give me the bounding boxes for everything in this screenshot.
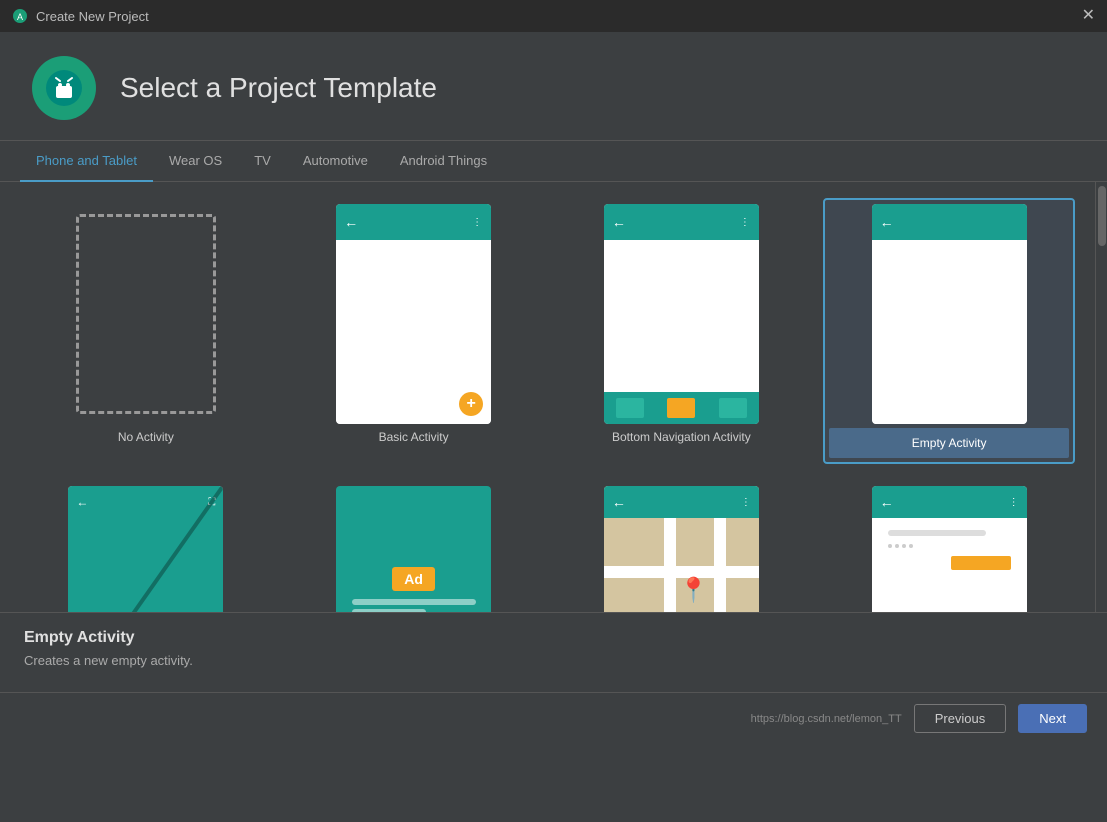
bottom-nav-bar [604,392,759,424]
description-title: Empty Activity [24,629,1083,647]
login-btn [951,556,1011,570]
tab-automotive[interactable]: Automotive [287,141,384,182]
back-icon-5: ← [612,494,626,510]
back-icon-6: ← [880,494,894,510]
svg-text:A: A [17,12,23,22]
username-field [888,530,986,536]
bottom-nav-mockup: ← ⋮ [604,204,759,424]
map-inner: 📍 ← ⋮ [604,486,759,612]
previous-button[interactable]: Previous [914,704,1007,733]
tab-bar: Phone and Tablet Wear OS TV Automotive A… [0,141,1107,182]
template-maps[interactable]: 📍 ← ⋮ Google Maps Activity [556,480,808,612]
maps-preview: 📍 ← ⋮ [604,486,759,612]
no-activity-label: No Activity [118,430,174,444]
template-ads[interactable]: Ad Ads Activity [288,480,540,612]
map-menu-icon: ⋮ [741,497,751,508]
content-area: No Activity ← ⋮ + Basic Activity [0,182,1107,612]
close-button[interactable]: ✕ [1082,8,1095,24]
template-no-activity[interactable]: No Activity [20,198,272,464]
diagonal-svg [68,486,223,612]
login-preview: ← ⋮ [872,486,1027,612]
nav-item-2 [667,398,695,418]
ad-line-1 [352,599,476,605]
tab-wear-os[interactable]: Wear OS [153,141,238,182]
basic-topbar: ← ⋮ [336,204,491,240]
back-icon: ← [344,214,358,230]
tab-tv[interactable]: TV [238,141,287,182]
fullscreen-card-inner: ← ⛶ [68,486,223,612]
empty-activity-label: Empty Activity [912,436,987,450]
template-basic-activity[interactable]: ← ⋮ + Basic Activity [288,198,540,464]
login-body [872,518,1027,612]
back-icon-3: ← [880,214,894,230]
header: Select a Project Template [0,32,1107,141]
footer-url: https://blog.csdn.net/lemon_TT [751,713,902,725]
dot-2 [895,544,899,548]
menu-dots-icon: ⋮ [472,217,483,228]
nav-item-1 [616,398,644,418]
title-bar-title: Create New Project [36,9,149,24]
dot-1 [888,544,892,548]
basic-body: + [336,240,491,424]
bottom-nav-topbar: ← ⋮ [604,204,759,240]
empty-activity-preview: ← [872,204,1027,424]
empty-mockup: ← [872,204,1027,424]
fab-icon: + [459,392,483,416]
template-grid: No Activity ← ⋮ + Basic Activity [0,182,1095,612]
description-text: Creates a new empty activity. [24,653,1083,668]
android-logo [32,56,96,120]
back-icon-2: ← [612,214,626,230]
dot-3 [902,544,906,548]
login-inner: ← ⋮ [872,486,1027,612]
scrollbar[interactable] [1095,182,1107,612]
empty-activity-selected-box: Empty Activity [829,428,1069,458]
login-menu-icon: ⋮ [1009,497,1019,508]
map-pin-icon: 📍 [679,576,709,605]
fullscreen-preview: ← ⛶ [68,486,223,612]
ad-card-inner: Ad [336,486,491,612]
dot-4 [909,544,913,548]
basic-activity-label: Basic Activity [379,430,449,444]
basic-phone-mockup: ← ⋮ + [336,204,491,424]
tab-phone-tablet[interactable]: Phone and Tablet [20,141,153,182]
template-fullscreen[interactable]: ← ⛶ Fullscreen Activity [20,480,272,612]
empty-body [872,240,1027,424]
bottom-nav-label: Bottom Navigation Activity [612,430,751,444]
nav-item-3 [719,398,747,418]
template-empty-activity[interactable]: ← Empty Activity [823,198,1075,464]
map-topbar: ← ⋮ [604,486,759,518]
scrollbar-thumb[interactable] [1098,186,1106,246]
login-topbar: ← ⋮ [872,486,1027,518]
android-logo-svg [44,68,84,108]
template-bottom-nav[interactable]: ← ⋮ Bottom Navigation Activity [556,198,808,464]
ads-preview: Ad [336,486,491,612]
ad-line-2 [352,609,426,612]
title-bar-left: A Create New Project [12,8,149,24]
next-button[interactable]: Next [1018,704,1087,733]
menu-dots-2-icon: ⋮ [740,217,751,228]
password-dots [888,544,1011,548]
tab-android-things[interactable]: Android Things [384,141,503,182]
basic-activity-preview: ← ⋮ + [336,204,491,424]
title-bar: A Create New Project ✕ [0,0,1107,32]
bottom-nav-body [604,240,759,392]
no-activity-dashed [76,214,216,414]
page-title: Select a Project Template [120,72,437,104]
ad-lines [352,599,476,612]
template-login[interactable]: ← ⋮ Login Activity [823,480,1075,612]
description-area: Empty Activity Creates a new empty activ… [0,612,1107,692]
android-icon: A [12,8,28,24]
footer: https://blog.csdn.net/lemon_TT Previous … [0,692,1107,744]
ad-badge: Ad [392,567,435,591]
bottom-nav-preview: ← ⋮ [604,204,759,424]
no-activity-preview [68,204,223,424]
empty-topbar: ← [872,204,1027,240]
